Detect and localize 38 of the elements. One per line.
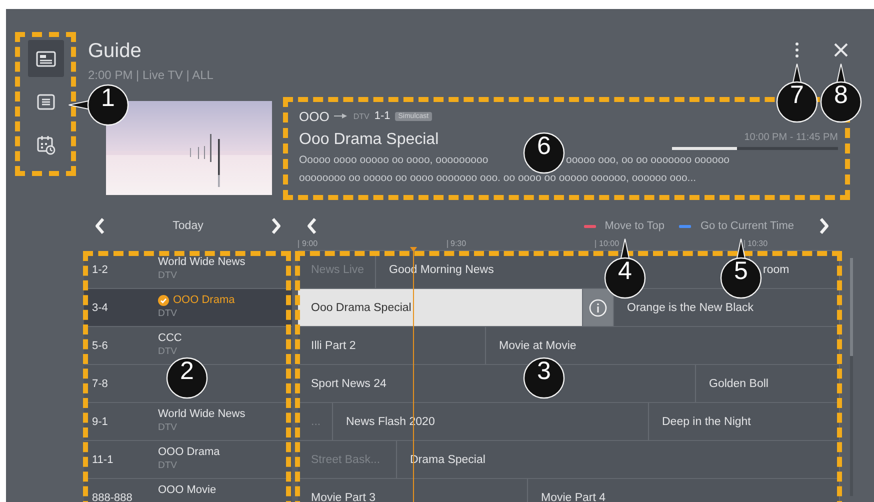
callout-tooltip: 3 [523,357,565,399]
legend-label: Go to Current Time [700,220,794,232]
channel-type: DTV [158,345,177,358]
channel-type: DTV [158,269,177,282]
channel-name: OOO Drama [158,445,220,459]
time-tick-label: 9:30 [446,240,595,248]
channel-number: 3-4 [91,302,108,314]
page-subtitle: 2:00 PM | Live TV | ALL [88,67,214,83]
callout-tooltip: 1 [68,84,129,126]
channel-type: DTV [158,307,177,320]
page-title: Guide [88,40,142,62]
description-text: oooooooo oo ooooo oo oooo ooooooo ooo. oo oooo oo ooooo oooooo, oooooo ooo... [299,171,696,186]
channel-name: CCC [158,331,182,345]
callout-tooltip: 7 [776,63,818,123]
legend-label: Move to Top [604,220,664,232]
program-title: Ooo Drama Special [299,130,439,150]
channel-number: 7-8 [91,378,108,390]
channel-number: 1-2 [91,264,108,276]
date-label: Today [172,220,204,232]
description-text: Ooooo oooo ooooo oo oooo, ooooooooo [299,153,490,168]
source-label: DTV [353,112,370,120]
channel-number: 9-1 [91,416,108,428]
channel-number: 5-6 [91,340,108,352]
callout-tooltip: 8 [820,63,862,123]
channel-type: DTV [158,459,177,472]
channel-name: World Wide News [158,255,246,269]
channel-number: 888-888 [91,492,132,502]
channel-name: OOO [299,108,330,124]
channel-name: OOO Movie [158,483,216,497]
description-text: ooooo ooo, oo oo ooooooo oooooo [566,153,730,168]
channel-number: 11-1 [91,454,114,466]
channel-number: 1-1 [374,110,390,122]
program-time: 10:00 PM - 11:45 PM [744,132,838,143]
callout-tooltip: 2 [166,357,208,399]
callout-tooltip: 6 [523,132,565,174]
channel-name: World Wide News [158,407,246,421]
channel-type: DTV [158,421,177,434]
channel-name: OOO Drama [158,293,235,307]
